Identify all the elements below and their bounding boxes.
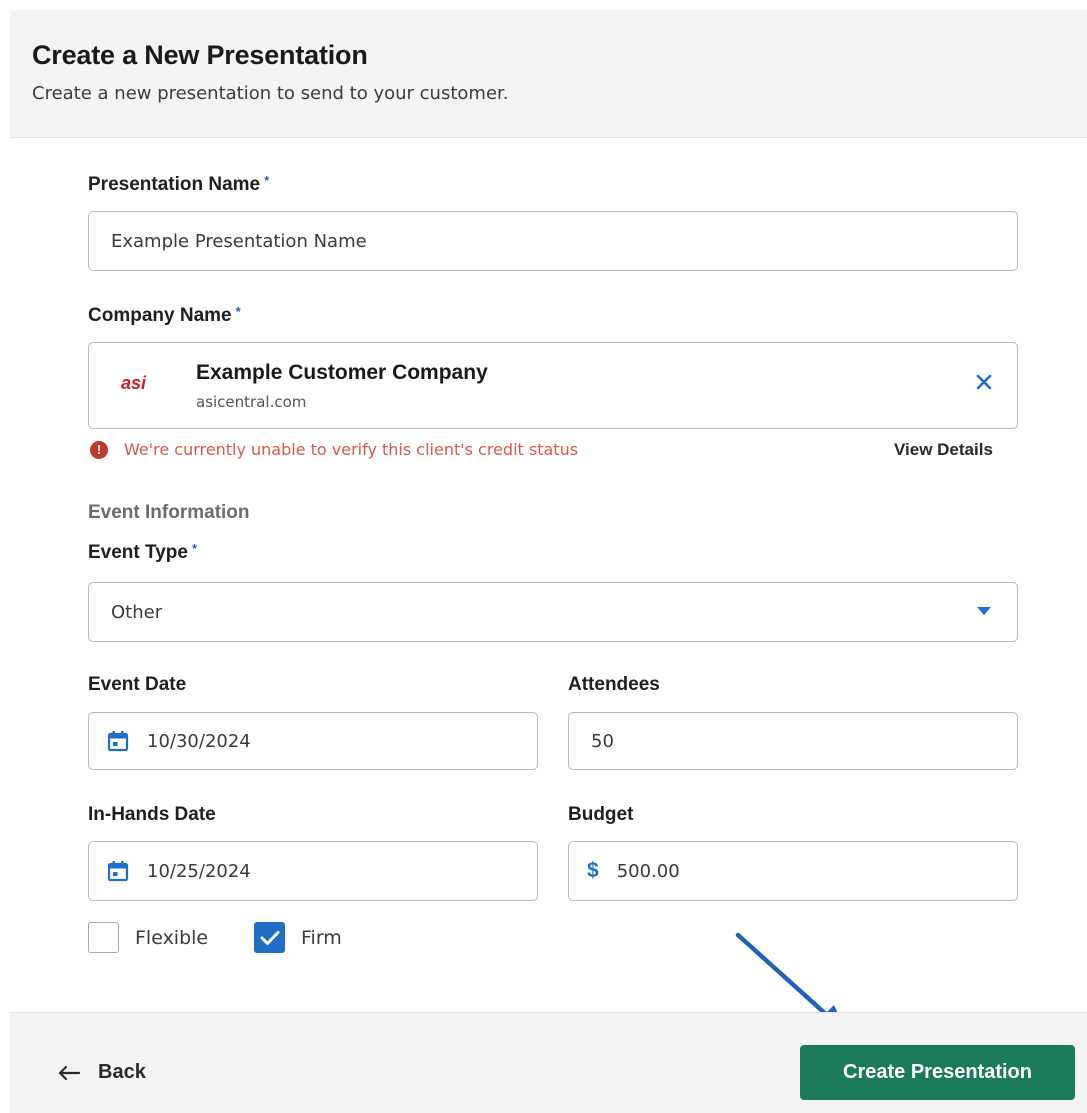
back-button[interactable]: Back [58, 1061, 146, 1084]
checkmark-icon [260, 930, 279, 945]
calendar-icon [107, 861, 129, 882]
budget-label: Budget [568, 804, 634, 825]
dollar-icon: $ [587, 859, 599, 882]
error-icon: ! [90, 440, 108, 459]
required-marker: * [235, 304, 241, 319]
event-type-value: Other [111, 601, 163, 623]
company-select[interactable]: asi Example Customer Company asicentral.… [88, 342, 1018, 429]
firm-label: Firm [301, 926, 342, 949]
attendees-value: 50 [591, 730, 614, 752]
event-type-label: Event Type * [88, 541, 198, 563]
event-information-heading: Event Information [88, 502, 250, 523]
attendees-label: Attendees [568, 674, 660, 695]
page-header: Create a New Presentation Create a new p… [10, 10, 1087, 138]
firm-checkbox-box[interactable] [254, 922, 285, 953]
back-button-label: Back [98, 1061, 146, 1083]
required-marker: * [264, 173, 270, 188]
attendees-input[interactable]: 50 [568, 712, 1018, 770]
credit-warning: ! We're currently unable to verify this … [90, 440, 578, 459]
flexible-label: Flexible [135, 926, 209, 949]
firm-checkbox[interactable]: Firm [254, 922, 342, 953]
event-date-label: Event Date [88, 674, 187, 695]
budget-value: 500.00 [616, 860, 680, 882]
caret-down-icon [977, 607, 991, 615]
company-domain: asicentral.com [196, 393, 307, 411]
in-hands-date-value: 10/25/2024 [147, 860, 251, 882]
in-hands-date-input[interactable]: 10/25/2024 [88, 841, 538, 901]
event-type-select[interactable]: Other [88, 582, 1018, 642]
flexible-checkbox[interactable]: Flexible [88, 922, 208, 953]
company-name-label: Company Name * [88, 304, 241, 326]
budget-input[interactable]: $ 500.00 [568, 841, 1018, 901]
page-subtitle: Create a new presentation to send to you… [32, 83, 509, 104]
in-hands-date-label: In-Hands Date [88, 804, 216, 825]
calendar-icon [107, 731, 129, 752]
create-presentation-button[interactable]: Create Presentation [800, 1045, 1075, 1100]
form-footer: Back Create Presentation [10, 1012, 1087, 1113]
required-marker: * [191, 541, 198, 556]
credit-warning-text: We're currently unable to verify this cl… [124, 440, 579, 459]
arrow-left-icon [58, 1065, 80, 1080]
presentation-name-input[interactable]: Example Presentation Name [88, 211, 1018, 271]
company-logo-icon: asi [121, 373, 147, 393]
presentation-name-label: Presentation Name * [88, 173, 270, 195]
flexible-checkbox-box[interactable] [88, 922, 119, 953]
svg-text:asi: asi [121, 373, 147, 393]
presentation-name-value: Example Presentation Name [111, 230, 367, 252]
page-title: Create a New Presentation [32, 40, 368, 70]
company-name-value: Example Customer Company [196, 361, 488, 384]
view-details-link[interactable]: View Details [894, 440, 993, 460]
close-icon[interactable] [975, 373, 993, 391]
event-date-input[interactable]: 10/30/2024 [88, 712, 538, 770]
event-date-value: 10/30/2024 [147, 730, 251, 752]
